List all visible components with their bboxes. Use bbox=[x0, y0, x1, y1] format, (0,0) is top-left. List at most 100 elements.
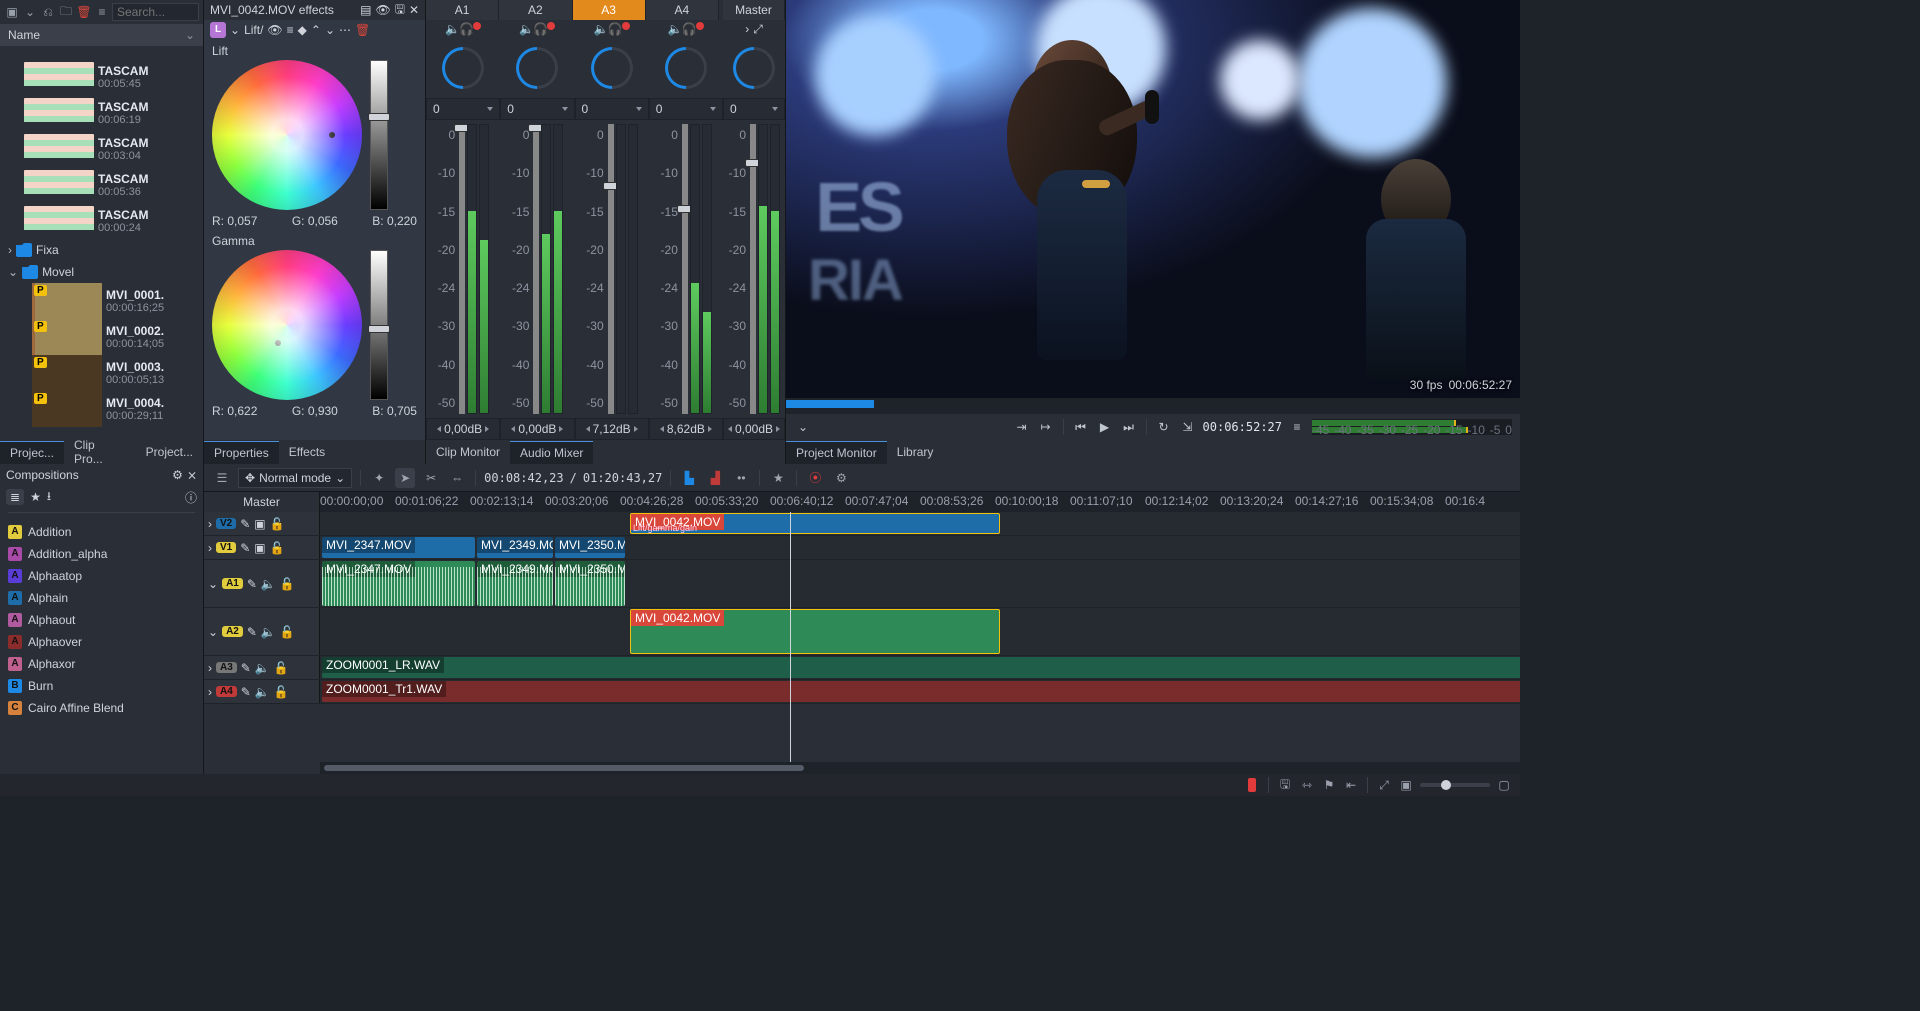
info-icon[interactable]: ⓘ bbox=[185, 489, 197, 506]
edit-icon[interactable]: ✎ bbox=[241, 685, 251, 699]
track-header[interactable]: ⌄ A2 ✎ 🔈 🔓 bbox=[204, 608, 320, 655]
mixer-channel-tab[interactable]: A3 bbox=[573, 0, 646, 20]
composition-item[interactable]: A Alphaover bbox=[0, 631, 203, 653]
bin-tab[interactable]: Project... bbox=[136, 441, 203, 463]
contrast-slider[interactable] bbox=[370, 250, 388, 400]
rewind-icon[interactable]: ⏮ bbox=[1072, 418, 1090, 436]
composition-item[interactable]: A Alphaout bbox=[0, 609, 203, 631]
close-icon[interactable]: ✕ bbox=[409, 3, 419, 17]
lock-icon[interactable]: 🔓 bbox=[270, 541, 285, 555]
timeline-clip[interactable]: MVI_2349.MOV bbox=[477, 537, 553, 558]
settings-icon[interactable]: ⚙ bbox=[831, 468, 851, 488]
pan-knob[interactable] bbox=[724, 38, 783, 97]
add-folder-icon[interactable]: 🗀 bbox=[58, 2, 74, 23]
snap-icon[interactable]: ⇤ bbox=[1343, 777, 1359, 793]
composition-item[interactable]: A Addition bbox=[0, 521, 203, 543]
delete-effect-icon[interactable]: 🗑 bbox=[355, 23, 370, 37]
pan-knob[interactable] bbox=[433, 38, 492, 97]
bin-video-clip[interactable]: MVI_0004. 00:00:29;11 bbox=[0, 391, 191, 427]
solo-icon[interactable]: 🎧 bbox=[459, 22, 469, 32]
mix-up-icon[interactable]: ▟ bbox=[705, 468, 725, 488]
fit-icon[interactable]: ⇿ bbox=[1299, 777, 1315, 793]
timeline-clip[interactable]: MVI_2347.MOV bbox=[322, 537, 475, 558]
track-lane[interactable]: MVI_0042.MOV bbox=[320, 608, 1520, 655]
chevron-down-icon[interactable]: ⌄ bbox=[230, 23, 240, 37]
set-out-icon[interactable]: ↦ bbox=[1037, 418, 1055, 436]
bin-search-input[interactable] bbox=[112, 3, 199, 21]
track-header[interactable]: › A3 ✎ 🔈 🔓 bbox=[204, 656, 320, 679]
tab-library[interactable]: Library bbox=[887, 441, 944, 463]
record-icon[interactable]: ⦿ bbox=[805, 468, 825, 488]
volume-fader[interactable] bbox=[459, 124, 465, 414]
mute-icon[interactable]: 🔈 bbox=[519, 22, 529, 32]
move-down-icon[interactable]: ⌄ bbox=[325, 23, 335, 37]
gain-readout[interactable]: 0,00dB bbox=[500, 418, 574, 440]
panel-layout-icon[interactable]: ▣ bbox=[4, 5, 20, 19]
delete-icon[interactable]: 🗑 bbox=[76, 5, 92, 19]
record-arm-icon[interactable] bbox=[696, 22, 704, 30]
lock-icon[interactable]: 🔓 bbox=[270, 517, 285, 531]
bin-video-clip[interactable]: MVI_0001. 00:00:16;25 bbox=[0, 283, 191, 319]
composition-item[interactable]: A Alphaatop bbox=[0, 565, 203, 587]
pointer-icon[interactable]: ➤ bbox=[395, 468, 415, 488]
visibility-icon[interactable]: ▣ bbox=[254, 517, 265, 531]
color-wheel[interactable] bbox=[212, 250, 362, 400]
timeline-clip[interactable]: ZOOM0001_LR.WAV bbox=[322, 657, 1520, 678]
timeline-h-scrollbar[interactable] bbox=[204, 762, 1520, 774]
loop-icon[interactable]: ↻ bbox=[1155, 418, 1173, 436]
pan-spinner[interactable]: 0 bbox=[575, 98, 649, 120]
track-lane[interactable]: MVI_2347.MOVMVI_2349.MOVMVI_2350.MO bbox=[320, 536, 1520, 559]
record-arm-icon[interactable] bbox=[622, 22, 630, 30]
bin-video-clip[interactable]: MVI_0003. 00:00:05;13 bbox=[0, 355, 191, 391]
bin-audio-clip[interactable]: TASCAM 00:03:04 bbox=[0, 131, 191, 167]
timeline-clip[interactable]: MVI_2350.MO bbox=[555, 537, 625, 558]
mix-both-icon[interactable]: •• bbox=[731, 468, 751, 488]
edit-icon[interactable]: ✎ bbox=[247, 625, 257, 639]
lock-icon[interactable]: 🔓 bbox=[274, 661, 289, 675]
visibility-icon[interactable]: 🔈 bbox=[255, 661, 270, 675]
chevron-icon[interactable]: ⌄ bbox=[208, 577, 218, 591]
bin-tab[interactable]: Projec... bbox=[0, 441, 64, 464]
pan-spinner[interactable]: 0 bbox=[426, 98, 500, 120]
chevron-icon[interactable]: ⌄ bbox=[208, 625, 218, 639]
mixer-channel-tab[interactable]: A2 bbox=[499, 0, 572, 20]
play-icon[interactable]: ▶ bbox=[1096, 418, 1114, 436]
menu-icon[interactable]: ≡ bbox=[94, 5, 110, 19]
mixer-channel-tab[interactable]: A1 bbox=[426, 0, 499, 20]
monitor-viewport[interactable]: ES RIA 30 fps 00:06:52:27 bbox=[786, 0, 1520, 398]
playhead[interactable] bbox=[790, 512, 791, 762]
collapse-icon[interactable]: ≡ bbox=[287, 23, 294, 37]
tc-menu-icon[interactable]: ≡ bbox=[1288, 418, 1306, 436]
timeline-clip[interactable]: ZOOM0001_Tr1.WAV bbox=[322, 681, 1520, 702]
hamburger-icon[interactable]: ☰ bbox=[212, 468, 232, 488]
mute-icon[interactable]: 🔈 bbox=[445, 22, 455, 32]
save-effect-icon[interactable]: 🖫 bbox=[395, 0, 405, 21]
chevron-right-icon[interactable]: › bbox=[745, 22, 749, 38]
timeline-clip[interactable]: MVI_2350.MO bbox=[555, 561, 625, 606]
timeline-clip[interactable]: MVI_0042.MOV bbox=[630, 609, 1000, 654]
razor-icon[interactable]: ✂ bbox=[421, 468, 441, 488]
chevron-icon[interactable]: › bbox=[208, 541, 212, 555]
edit-icon[interactable]: ✎ bbox=[240, 517, 250, 531]
gain-readout[interactable]: 8,62dB bbox=[649, 418, 723, 440]
composition-item[interactable]: A Alphain bbox=[0, 587, 203, 609]
edit-icon[interactable]: ✎ bbox=[240, 541, 250, 555]
record-arm-icon[interactable] bbox=[473, 22, 481, 30]
track-lane[interactable]: ZOOM0001_Tr1.WAV bbox=[320, 680, 1520, 703]
spacer-icon[interactable]: ⇔ bbox=[447, 468, 467, 488]
monitor-scrub-bar[interactable] bbox=[786, 398, 1520, 414]
contrast-slider[interactable] bbox=[370, 60, 388, 210]
favorite-icon[interactable]: ★ bbox=[768, 468, 788, 488]
chevron-icon[interactable]: › bbox=[208, 661, 212, 675]
bin-audio-clip[interactable]: TASCAM 00:06:19 bbox=[0, 95, 191, 131]
tab-project-monitor[interactable]: Project Monitor bbox=[786, 441, 887, 464]
bookmark-icon[interactable]: ▤ bbox=[360, 3, 371, 17]
solo-icon[interactable]: 🎧 bbox=[533, 22, 543, 32]
track-lane[interactable]: ZOOM0001_LR.WAV bbox=[320, 656, 1520, 679]
volume-fader[interactable] bbox=[533, 124, 539, 414]
pan-spinner[interactable]: 0 bbox=[723, 98, 785, 120]
chevron-down-icon[interactable]: ⌄ bbox=[22, 5, 38, 19]
track-header[interactable]: › A4 ✎ 🔈 🔓 bbox=[204, 680, 320, 703]
eye-icon[interactable]: 👁 bbox=[267, 23, 282, 37]
mix-down-icon[interactable]: ▙ bbox=[679, 468, 699, 488]
